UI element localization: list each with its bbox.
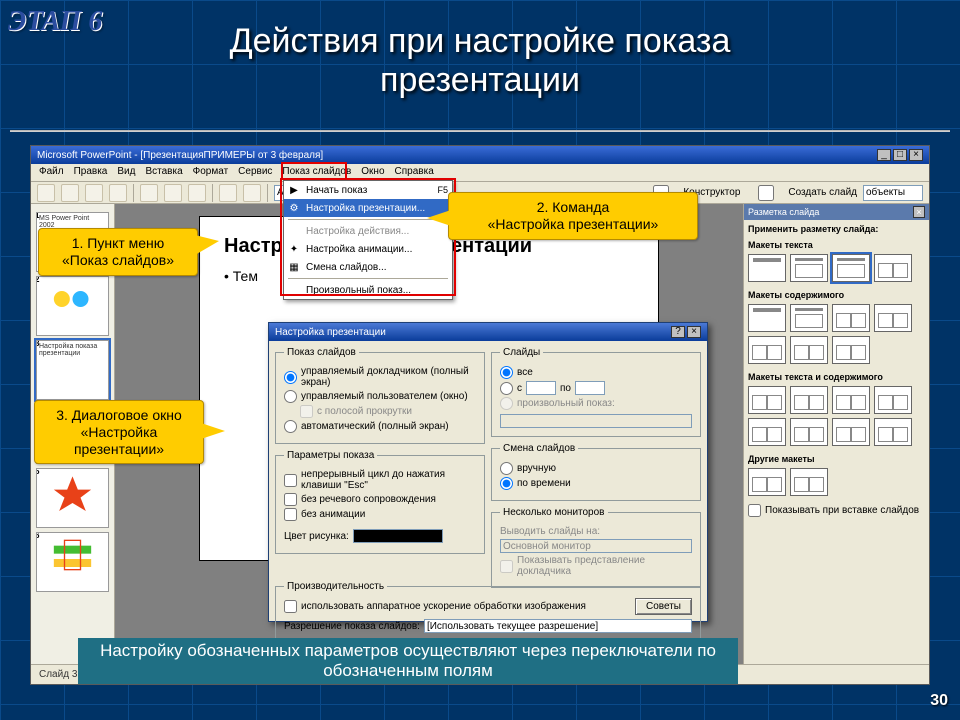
layout-item[interactable] [790,254,828,282]
taskpane-title: Разметка слайда [748,207,819,217]
thumb-6[interactable]: 6 [36,532,109,592]
taskpane-close-icon[interactable]: × [913,206,925,218]
from-field[interactable] [526,381,556,395]
tips-button[interactable]: Советы [635,598,692,615]
group-performance: Производительность [284,581,387,592]
radio-timings[interactable] [500,477,513,490]
layout-item[interactable] [832,254,870,282]
callout-2: 2. Команда«Настройка презентации» [448,192,698,240]
layout-item[interactable] [790,468,828,496]
checkbox-hw-accel[interactable] [284,600,297,613]
page-title: Действия при настройке показа презентаци… [0,22,960,100]
layout-item[interactable] [748,386,786,414]
layout-item[interactable] [748,254,786,282]
checkbox-no-narration[interactable] [284,493,297,506]
layout-group-text: Макеты текста [748,240,925,250]
radio-custom-show [500,397,513,410]
layout-item[interactable] [748,468,786,496]
menu-format[interactable]: Формат [193,166,229,179]
layout-item[interactable] [748,304,786,332]
layout-group-content: Макеты содержимого [748,290,925,300]
app-titlebar: Microsoft PowerPoint - [ПрезентацияПРИМЕ… [31,146,929,164]
menu-file[interactable]: Файл [39,166,64,179]
layout-item[interactable] [790,336,828,364]
menubar[interactable]: Файл Правка Вид Вставка Формат Сервис По… [31,164,929,182]
page-number: 30 [930,692,948,710]
layout-item[interactable] [748,336,786,364]
save-icon[interactable] [85,184,103,202]
open-icon[interactable] [61,184,79,202]
checkbox-scrollbar [300,405,313,418]
menu-view[interactable]: Вид [117,166,135,179]
resolution-select[interactable] [424,619,692,633]
highlight-box-dropdown [280,178,456,296]
callout-1: 1. Пункт меню«Показ слайдов» [38,228,198,276]
checkbox-no-animation[interactable] [284,508,297,521]
pen-color-label: Цвет рисунка: [284,531,349,542]
group-slides: Слайды [500,347,543,358]
layout-item[interactable] [874,418,912,446]
layout-item[interactable] [832,386,870,414]
newslide-toggle[interactable] [746,185,786,201]
taskpane-select[interactable] [863,185,923,201]
layout-item[interactable] [832,304,870,332]
dialog-close-icon[interactable]: × [687,326,701,338]
group-monitors: Несколько мониторов [500,507,608,518]
layout-group-mixed: Макеты текста и содержимого [748,372,925,382]
group-advance: Смена слайдов [500,443,578,454]
radio-manual[interactable] [500,462,513,475]
radio-browsed[interactable] [284,390,297,403]
custom-show-select [500,414,692,428]
menu-insert[interactable]: Вставка [145,166,182,179]
undo-icon[interactable] [219,184,237,202]
monitor-select [500,539,692,553]
redo-icon[interactable] [243,184,261,202]
taskpane: Разметка слайда × Применить разметку слай… [743,204,929,664]
close-button[interactable]: × [909,149,923,161]
radio-kiosk[interactable] [284,420,297,433]
layout-item[interactable] [874,304,912,332]
thumb-3[interactable]: 3Настройка показа презентации [36,340,109,400]
dialog-help-icon[interactable]: ? [671,326,685,338]
radio-range[interactable] [500,382,513,395]
layout-item[interactable] [790,418,828,446]
instruction-banner: Настройку обозначенных параметров осущес… [78,638,738,684]
print-icon[interactable] [109,184,127,202]
layout-item[interactable] [874,254,912,282]
copy-icon[interactable] [164,184,182,202]
dialog-title: Настройка презентации [275,327,386,338]
menu-edit[interactable]: Правка [74,166,108,179]
thumb-5[interactable]: 5 [36,468,109,528]
taskpane-apply-label: Применить разметку слайда: [748,224,925,234]
thumb-2[interactable]: 2 [36,276,109,336]
layout-item[interactable] [832,336,870,364]
title-divider [10,130,950,132]
layout-item[interactable] [874,386,912,414]
resolution-label: Разрешение показа слайдов: [284,621,420,632]
callout-3: 3. Диалоговое окно«Настройкапрезентации» [34,400,204,464]
layout-group-other: Другие макеты [748,454,925,464]
layout-item[interactable] [748,418,786,446]
to-field[interactable] [575,381,605,395]
app-title: Microsoft PowerPoint - [ПрезентацияПРИМЕ… [37,150,323,161]
paste-icon[interactable] [188,184,206,202]
minimize-button[interactable]: _ [877,149,891,161]
group-options: Параметры показа [284,450,377,461]
radio-presenter[interactable] [284,371,297,384]
monitor-label: Выводить слайды на: [500,526,692,537]
new-icon[interactable] [37,184,55,202]
taskpane-autoshow-checkbox[interactable] [748,504,761,517]
radio-all-slides[interactable] [500,366,513,379]
group-show-type: Показ слайдов [284,347,359,358]
checkbox-presenter-view [500,560,513,573]
cut-icon[interactable] [140,184,158,202]
layout-item[interactable] [832,418,870,446]
checkbox-loop[interactable] [284,474,297,487]
pen-color-select[interactable] [353,529,443,543]
setup-show-dialog: Настройка презентации ?× Показ слайдов у… [268,322,708,622]
maximize-button[interactable]: □ [893,149,907,161]
layout-item[interactable] [790,386,828,414]
menu-tools[interactable]: Сервис [238,166,272,179]
layout-item[interactable] [790,304,828,332]
